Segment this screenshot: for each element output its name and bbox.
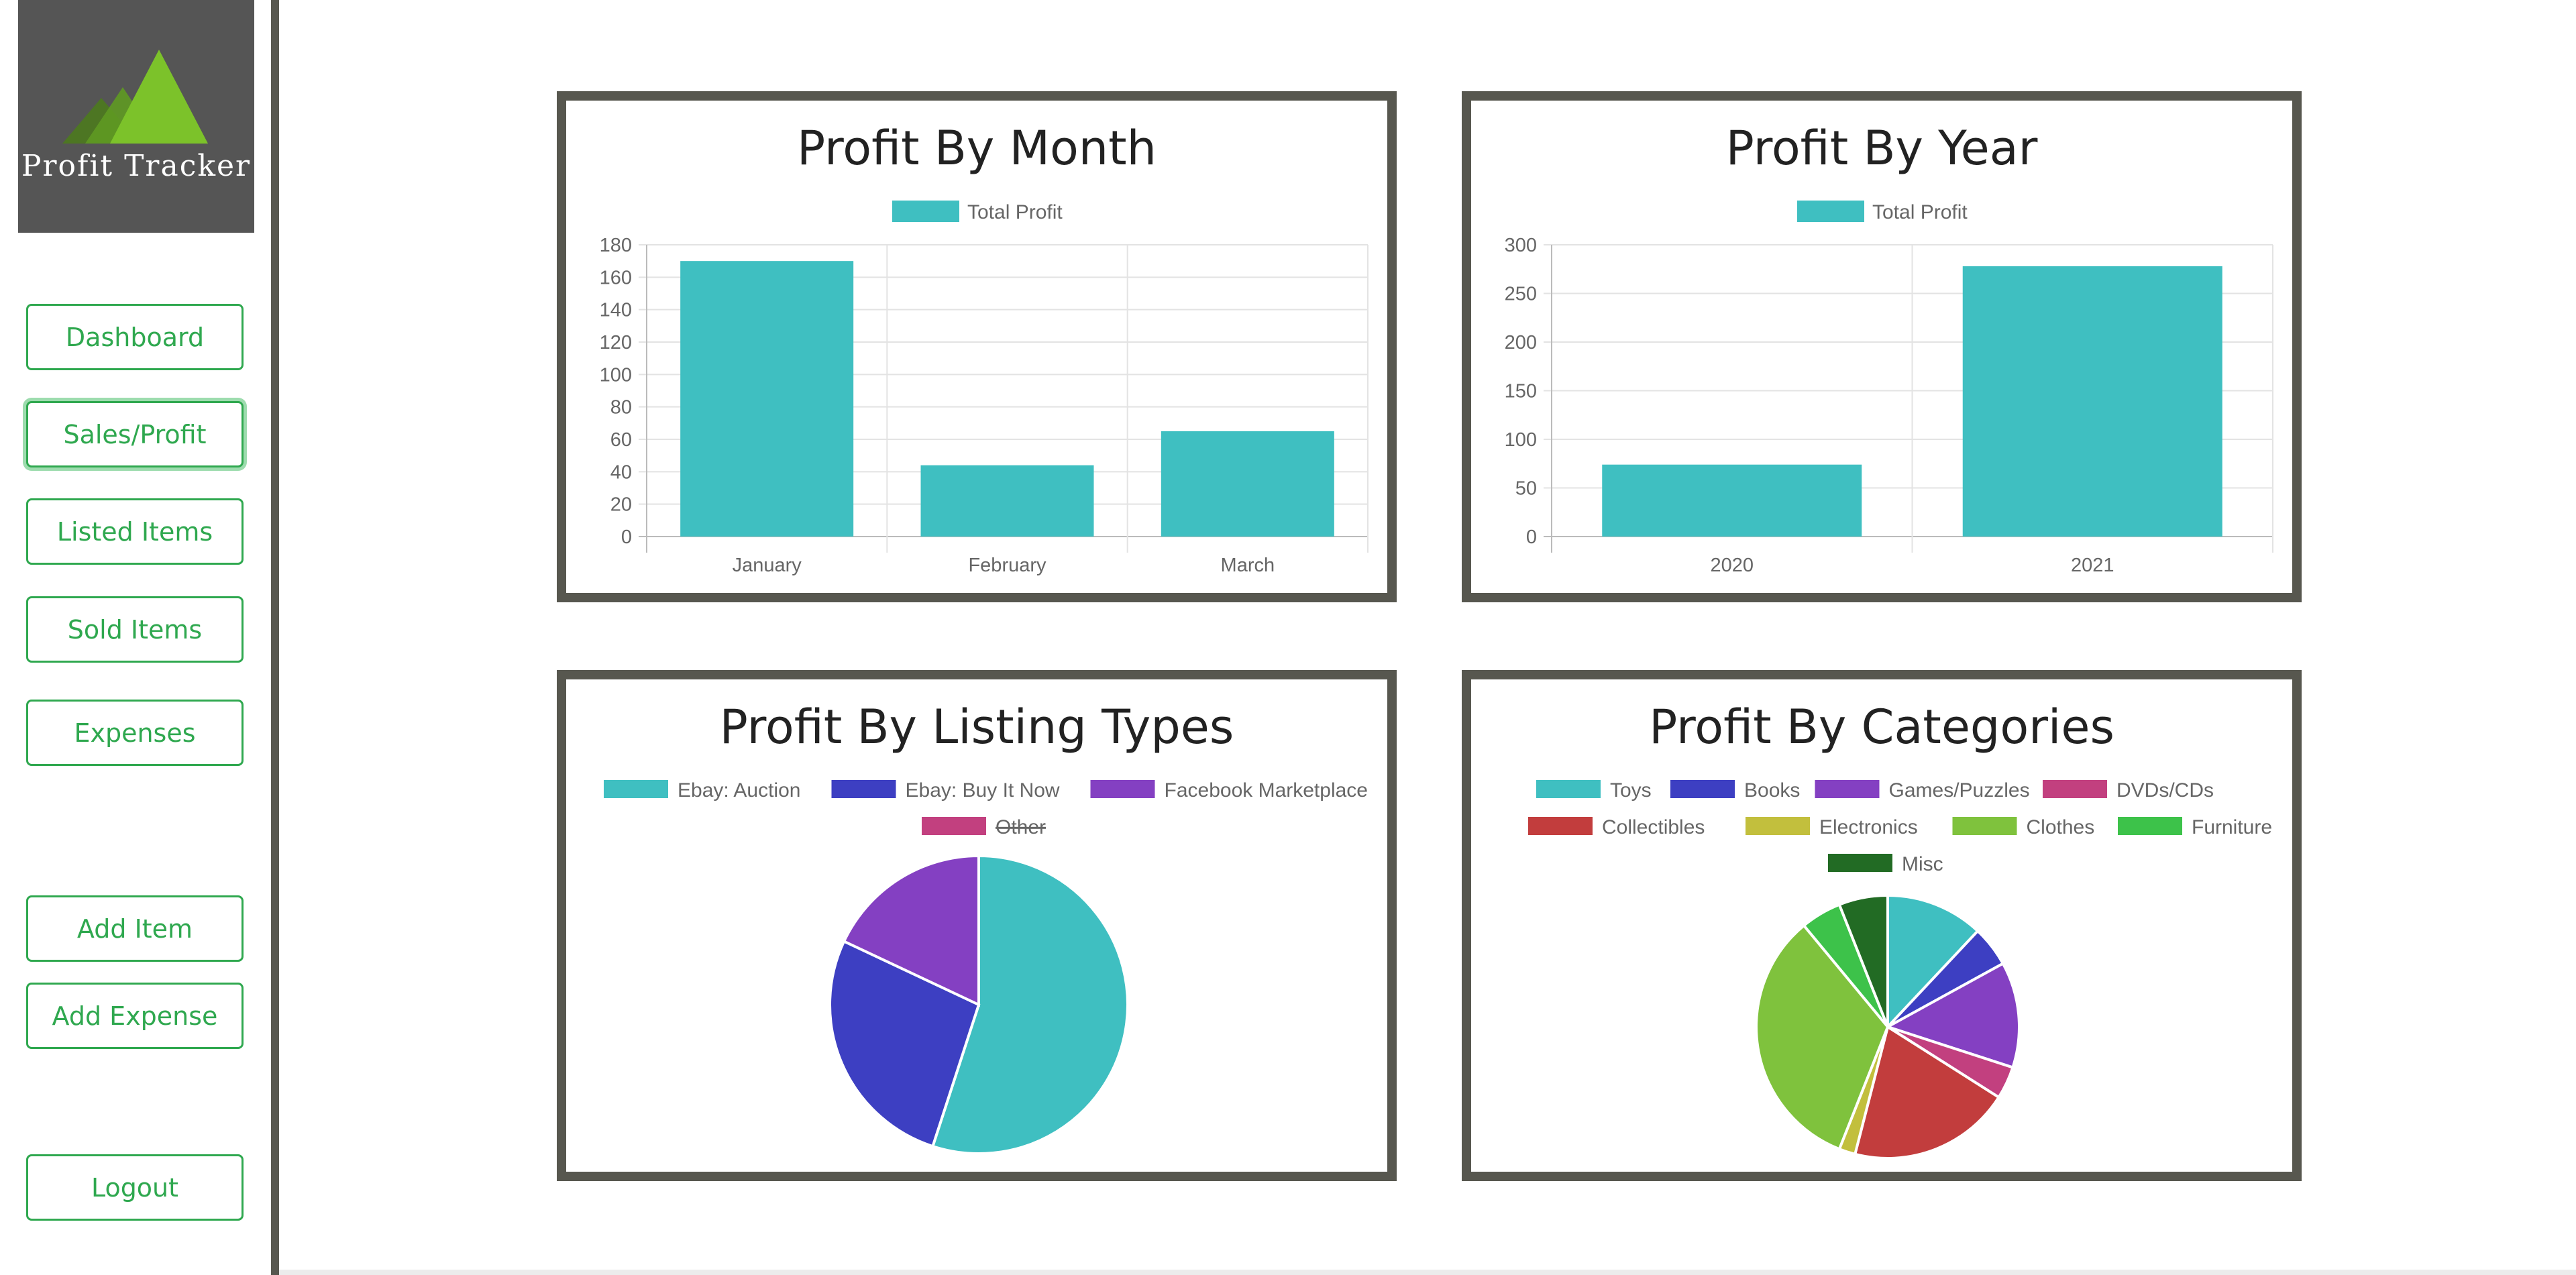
- legend-label: Furniture: [2192, 816, 2272, 838]
- y-tick-label: 140: [600, 300, 632, 321]
- nav-expenses-button[interactable]: Expenses: [26, 700, 244, 766]
- profit-by-year-chart: Total Profit 0 50 100 150 200 250 300 2020 2021: [1505, 201, 2273, 576]
- legend-label: Total Profit: [967, 201, 1063, 223]
- legend-label: Toys: [1610, 779, 1652, 801]
- nav-sales-profit-button[interactable]: Sales/Profit: [26, 401, 244, 467]
- profit-by-categories-chart: Toys Books Games/Puzzles DVDs/CDs Collectibl…: [1528, 779, 2272, 1160]
- logout-button[interactable]: Logout: [26, 1154, 244, 1221]
- legend-label: Books: [1744, 779, 1800, 801]
- chart-legend: Ebay: Auction Ebay: Buy It Now Facebook Ma…: [604, 779, 1368, 838]
- chart-legend: Total Profit: [1797, 201, 1968, 223]
- profit-by-month-card: Profit By Month Total Profit 0 20 40 60 80 100…: [557, 91, 1397, 602]
- x-tick-label: January: [733, 555, 802, 576]
- legend-label: Misc: [1902, 853, 1943, 875]
- legend-swatch: [831, 780, 896, 798]
- bar: [1161, 431, 1334, 537]
- profit-by-month-chart: Total Profit 0 20 40 60 80 100 120 140 160 180 Janu…: [600, 201, 1368, 576]
- legend-swatch: [1670, 780, 1735, 798]
- legend-label: DVDs/CDs: [2116, 779, 2214, 801]
- y-tick-label: 250: [1505, 284, 1537, 305]
- legend-swatch: [1746, 817, 1810, 835]
- y-tick-label: 40: [610, 461, 632, 483]
- add-item-button[interactable]: Add Item: [26, 895, 244, 962]
- horizontal-scrollbar[interactable]: [279, 1270, 2576, 1275]
- y-tick-label: 300: [1505, 235, 1537, 256]
- x-tick-label: March: [1221, 555, 1275, 576]
- y-tick-label: 60: [610, 429, 632, 451]
- add-expense-button[interactable]: Add Expense: [26, 983, 244, 1049]
- nav-dashboard-button[interactable]: Dashboard: [26, 304, 244, 370]
- chart-legend: Toys Books Games/Puzzles DVDs/CDs Collectibl…: [1528, 779, 2272, 875]
- legend-swatch: [1828, 854, 1892, 872]
- y-tick-label: 0: [1526, 526, 1537, 548]
- y-tick-label: 150: [1505, 381, 1537, 402]
- legend-label: Ebay: Auction: [678, 779, 800, 801]
- legend-label: Total Profit: [1872, 201, 1968, 223]
- legend-swatch: [1536, 780, 1601, 798]
- y-tick-label: 0: [621, 526, 632, 548]
- nav-listed-items-button[interactable]: Listed Items: [26, 498, 244, 565]
- mountain-logo-icon: [62, 50, 208, 144]
- y-tick-label: 160: [600, 267, 632, 288]
- legend-swatch: [922, 817, 986, 835]
- bar: [1962, 266, 2222, 537]
- legend-swatch: [892, 201, 959, 222]
- legend-label: Collectibles: [1602, 816, 1705, 838]
- y-tick-label: 80: [610, 397, 632, 419]
- legend-swatch: [1797, 201, 1864, 222]
- sidebar-divider: [271, 0, 279, 1275]
- legend-label: Electronics: [1819, 816, 1918, 838]
- y-tick-label: 200: [1505, 332, 1537, 353]
- bar: [680, 261, 854, 537]
- app-logo[interactable]: Profit Tracker: [18, 0, 254, 233]
- legend-label: Other: [996, 816, 1046, 838]
- x-tick-label: 2021: [2071, 555, 2114, 576]
- y-tick-label: 120: [600, 332, 632, 353]
- legend-label: Ebay: Buy It Now: [906, 779, 1060, 801]
- profit-by-categories-card: Profit By Categories Toys Books Games/Puzz…: [1462, 670, 2302, 1181]
- legend-label: Games/Puzzles: [1889, 779, 2030, 801]
- profit-by-year-card: Profit By Year Total Profit 0 50 100 150 200 2…: [1462, 91, 2302, 602]
- y-tick-label: 50: [1515, 478, 1537, 500]
- sidebar: Profit Tracker Dashboard Sales/Profit Li…: [0, 0, 271, 1275]
- nav-sold-items-button[interactable]: Sold Items: [26, 596, 244, 663]
- legend-label: Clothes: [2027, 816, 2095, 838]
- legend-swatch: [1815, 780, 1880, 798]
- legend-swatch: [2043, 780, 2107, 798]
- profit-by-listing-types-card: Profit By Listing Types Ebay: Auction Eba…: [557, 670, 1397, 1181]
- legend-swatch: [1952, 817, 2017, 835]
- y-tick-label: 20: [610, 494, 632, 516]
- legend-label: Facebook Marketplace: [1165, 779, 1368, 801]
- profit-by-listing-types-chart: Ebay: Auction Ebay: Buy It Now Facebook Ma…: [604, 779, 1368, 1155]
- bar: [1602, 464, 1862, 537]
- brand-name: Profit Tracker: [21, 149, 252, 183]
- bar: [920, 465, 1094, 537]
- chart-legend: Total Profit: [892, 201, 1063, 223]
- x-tick-label: 2020: [1710, 555, 1754, 576]
- legend-swatch: [2118, 817, 2182, 835]
- y-tick-label: 180: [600, 235, 632, 256]
- legend-swatch: [604, 780, 668, 798]
- x-tick-label: February: [968, 555, 1046, 576]
- legend-swatch: [1528, 817, 1593, 835]
- y-tick-label: 100: [1505, 429, 1537, 451]
- y-tick-label: 100: [600, 364, 632, 386]
- legend-swatch: [1090, 780, 1155, 798]
